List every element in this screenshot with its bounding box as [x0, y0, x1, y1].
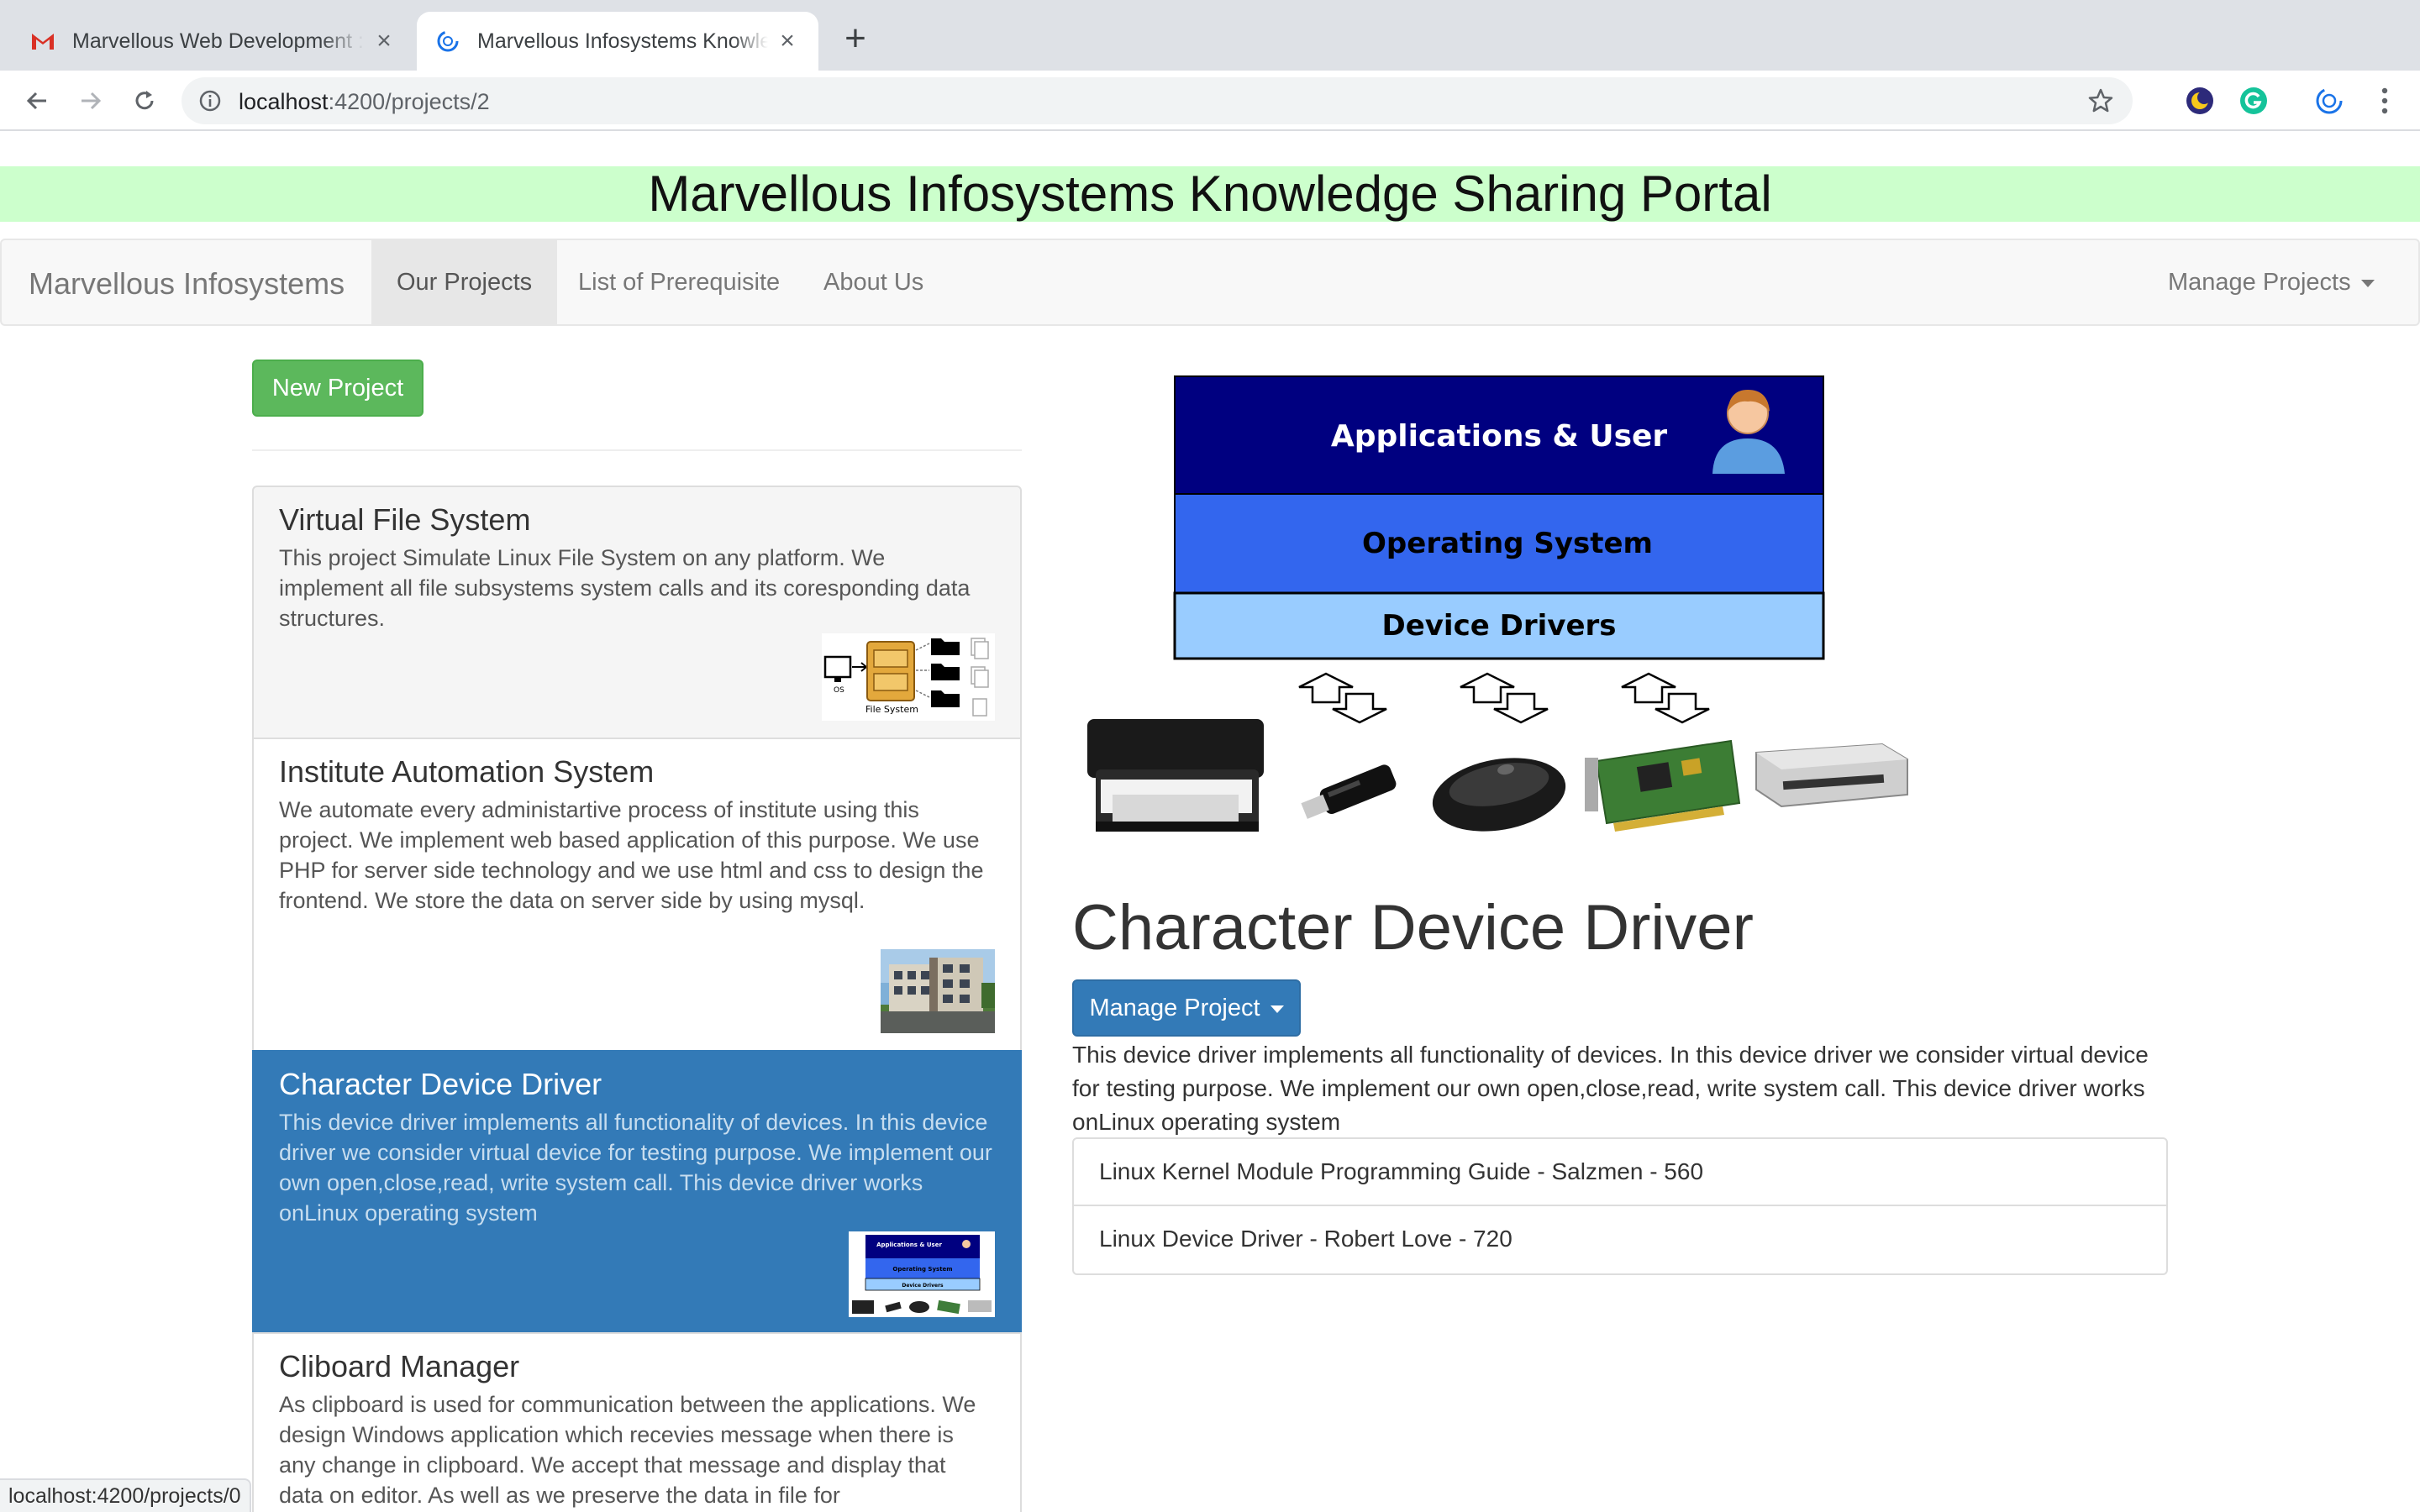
project-description: This device driver implements all functi… [279, 1110, 992, 1226]
project-description: As clipboard is used for communication b… [279, 1392, 976, 1508]
project-detail-description: This device driver implements all functi… [1072, 1042, 2149, 1135]
dark-mode-extension-icon[interactable] [2181, 82, 2218, 119]
back-arrow-icon[interactable] [15, 79, 59, 123]
os-label: OS [834, 686, 844, 695]
grammarly-icon[interactable] [2235, 82, 2272, 119]
url-text: localhost:4200/projects/2 [239, 89, 490, 115]
portal-banner: Marvellous Infosystems Knowledge Sharing… [0, 166, 2420, 222]
bookmark-star-icon[interactable] [2087, 87, 2114, 118]
project-title: Virtual File System [279, 502, 531, 537]
project-title: Character Device Driver [279, 1067, 602, 1101]
angular-devtools-icon[interactable] [2311, 82, 2348, 119]
device-driver-diagram: Applications & User Operating System Dev… [1076, 375, 1916, 862]
network-card-icon [1585, 739, 1741, 832]
manage-projects-label: Manage Projects [2168, 269, 2351, 296]
io-arrows [1298, 672, 1710, 724]
layer-applications-label: Applications & User [1331, 419, 1668, 454]
navbar-brand[interactable]: Marvellous Infosystems [29, 240, 345, 328]
project-title: Cliboard Manager [279, 1349, 520, 1383]
project-description: We automate every administartive process… [279, 797, 984, 913]
browser-tabstrip: Marvellous Web Development : × Marvellou… [0, 0, 2420, 71]
angular-spinner-icon [435, 29, 460, 54]
prerequisite-book-list: Linux Kernel Module Programming Guide - … [1072, 1137, 2168, 1275]
file-system-thumbnail: OS File System [822, 633, 995, 721]
menu-kebab-icon[interactable] [2366, 82, 2403, 119]
printer-icon [1087, 719, 1264, 832]
thumb-layer2: Operating System [892, 1266, 952, 1273]
close-tab-icon[interactable]: × [371, 29, 397, 54]
layer-drivers-label: Device Drivers [1381, 609, 1616, 643]
manage-project-label: Manage Project [1089, 995, 1260, 1021]
browser-toolbar: localhost:4200/projects/2 [0, 71, 2420, 131]
book-item[interactable]: Linux Device Driver - Robert Love - 720 [1072, 1206, 2168, 1275]
caret-down-icon [1270, 1005, 1284, 1013]
thumb-layer3: Device Drivers [902, 1283, 944, 1289]
address-bar[interactable]: localhost:4200/projects/2 [182, 77, 2133, 124]
tab-title: Marvellous Web Development : [72, 29, 364, 53]
main-navbar: Marvellous Infosystems Our Projects List… [0, 239, 2420, 326]
tab-title: Marvellous Infosystems Knowledge Sharing… [477, 29, 768, 53]
url-path: :4200/projects/2 [328, 89, 490, 114]
status-bar-url: localhost:4200/projects/0 [0, 1478, 251, 1512]
project-item-character-device-driver[interactable]: Character Device Driver This device driv… [252, 1050, 1022, 1334]
project-item-clipboard-manager[interactable]: Cliboard Manager As clipboard is used fo… [252, 1332, 1022, 1512]
new-tab-button[interactable]: + [837, 20, 874, 59]
caret-down-icon [2360, 279, 2375, 287]
building-thumbnail [881, 949, 995, 1033]
nav-our-projects[interactable]: Our Projects [371, 240, 558, 324]
usb-drive-icon [1301, 764, 1397, 819]
gmail-icon [30, 29, 55, 54]
divider [252, 449, 1022, 451]
layer-os-label: Operating System [1362, 527, 1653, 560]
manage-project-dropdown[interactable]: Manage Project [1072, 979, 1301, 1037]
device-driver-thumbnail: Applications & User Operating System Dev… [849, 1231, 995, 1317]
project-item-institute-automation[interactable]: Institute Automation System We automate … [252, 738, 1022, 1052]
mouse-icon [1432, 758, 1566, 832]
tab-gmail[interactable]: Marvellous Web Development : × [12, 12, 415, 71]
reload-icon[interactable] [123, 79, 166, 123]
manage-projects-dropdown[interactable]: Manage Projects [2143, 240, 2400, 324]
project-title: Institute Automation System [279, 754, 655, 789]
nav-about-us[interactable]: About Us [798, 240, 949, 324]
project-item-virtual-file-system[interactable]: Virtual File System This project Simulat… [252, 486, 1022, 739]
project-description: This project Simulate Linux File System … [279, 545, 971, 631]
optical-drive-icon [1755, 743, 1908, 808]
nav-list-of-prerequisite[interactable]: List of Prerequisite [553, 240, 805, 324]
info-icon[interactable] [198, 89, 222, 117]
close-tab-icon[interactable]: × [775, 29, 800, 54]
project-detail-title: Character Device Driver [1072, 892, 1754, 963]
book-item[interactable]: Linux Kernel Module Programming Guide - … [1072, 1137, 2168, 1206]
new-project-button[interactable]: New Project [252, 360, 424, 417]
tab-knowledge-portal[interactable]: Marvellous Infosystems Knowledge Sharing… [417, 12, 818, 71]
forward-arrow-icon[interactable] [69, 79, 113, 123]
file-system-label: File System [865, 704, 918, 715]
thumb-layer1: Applications & User [876, 1242, 942, 1248]
url-host: localhost [239, 89, 329, 114]
